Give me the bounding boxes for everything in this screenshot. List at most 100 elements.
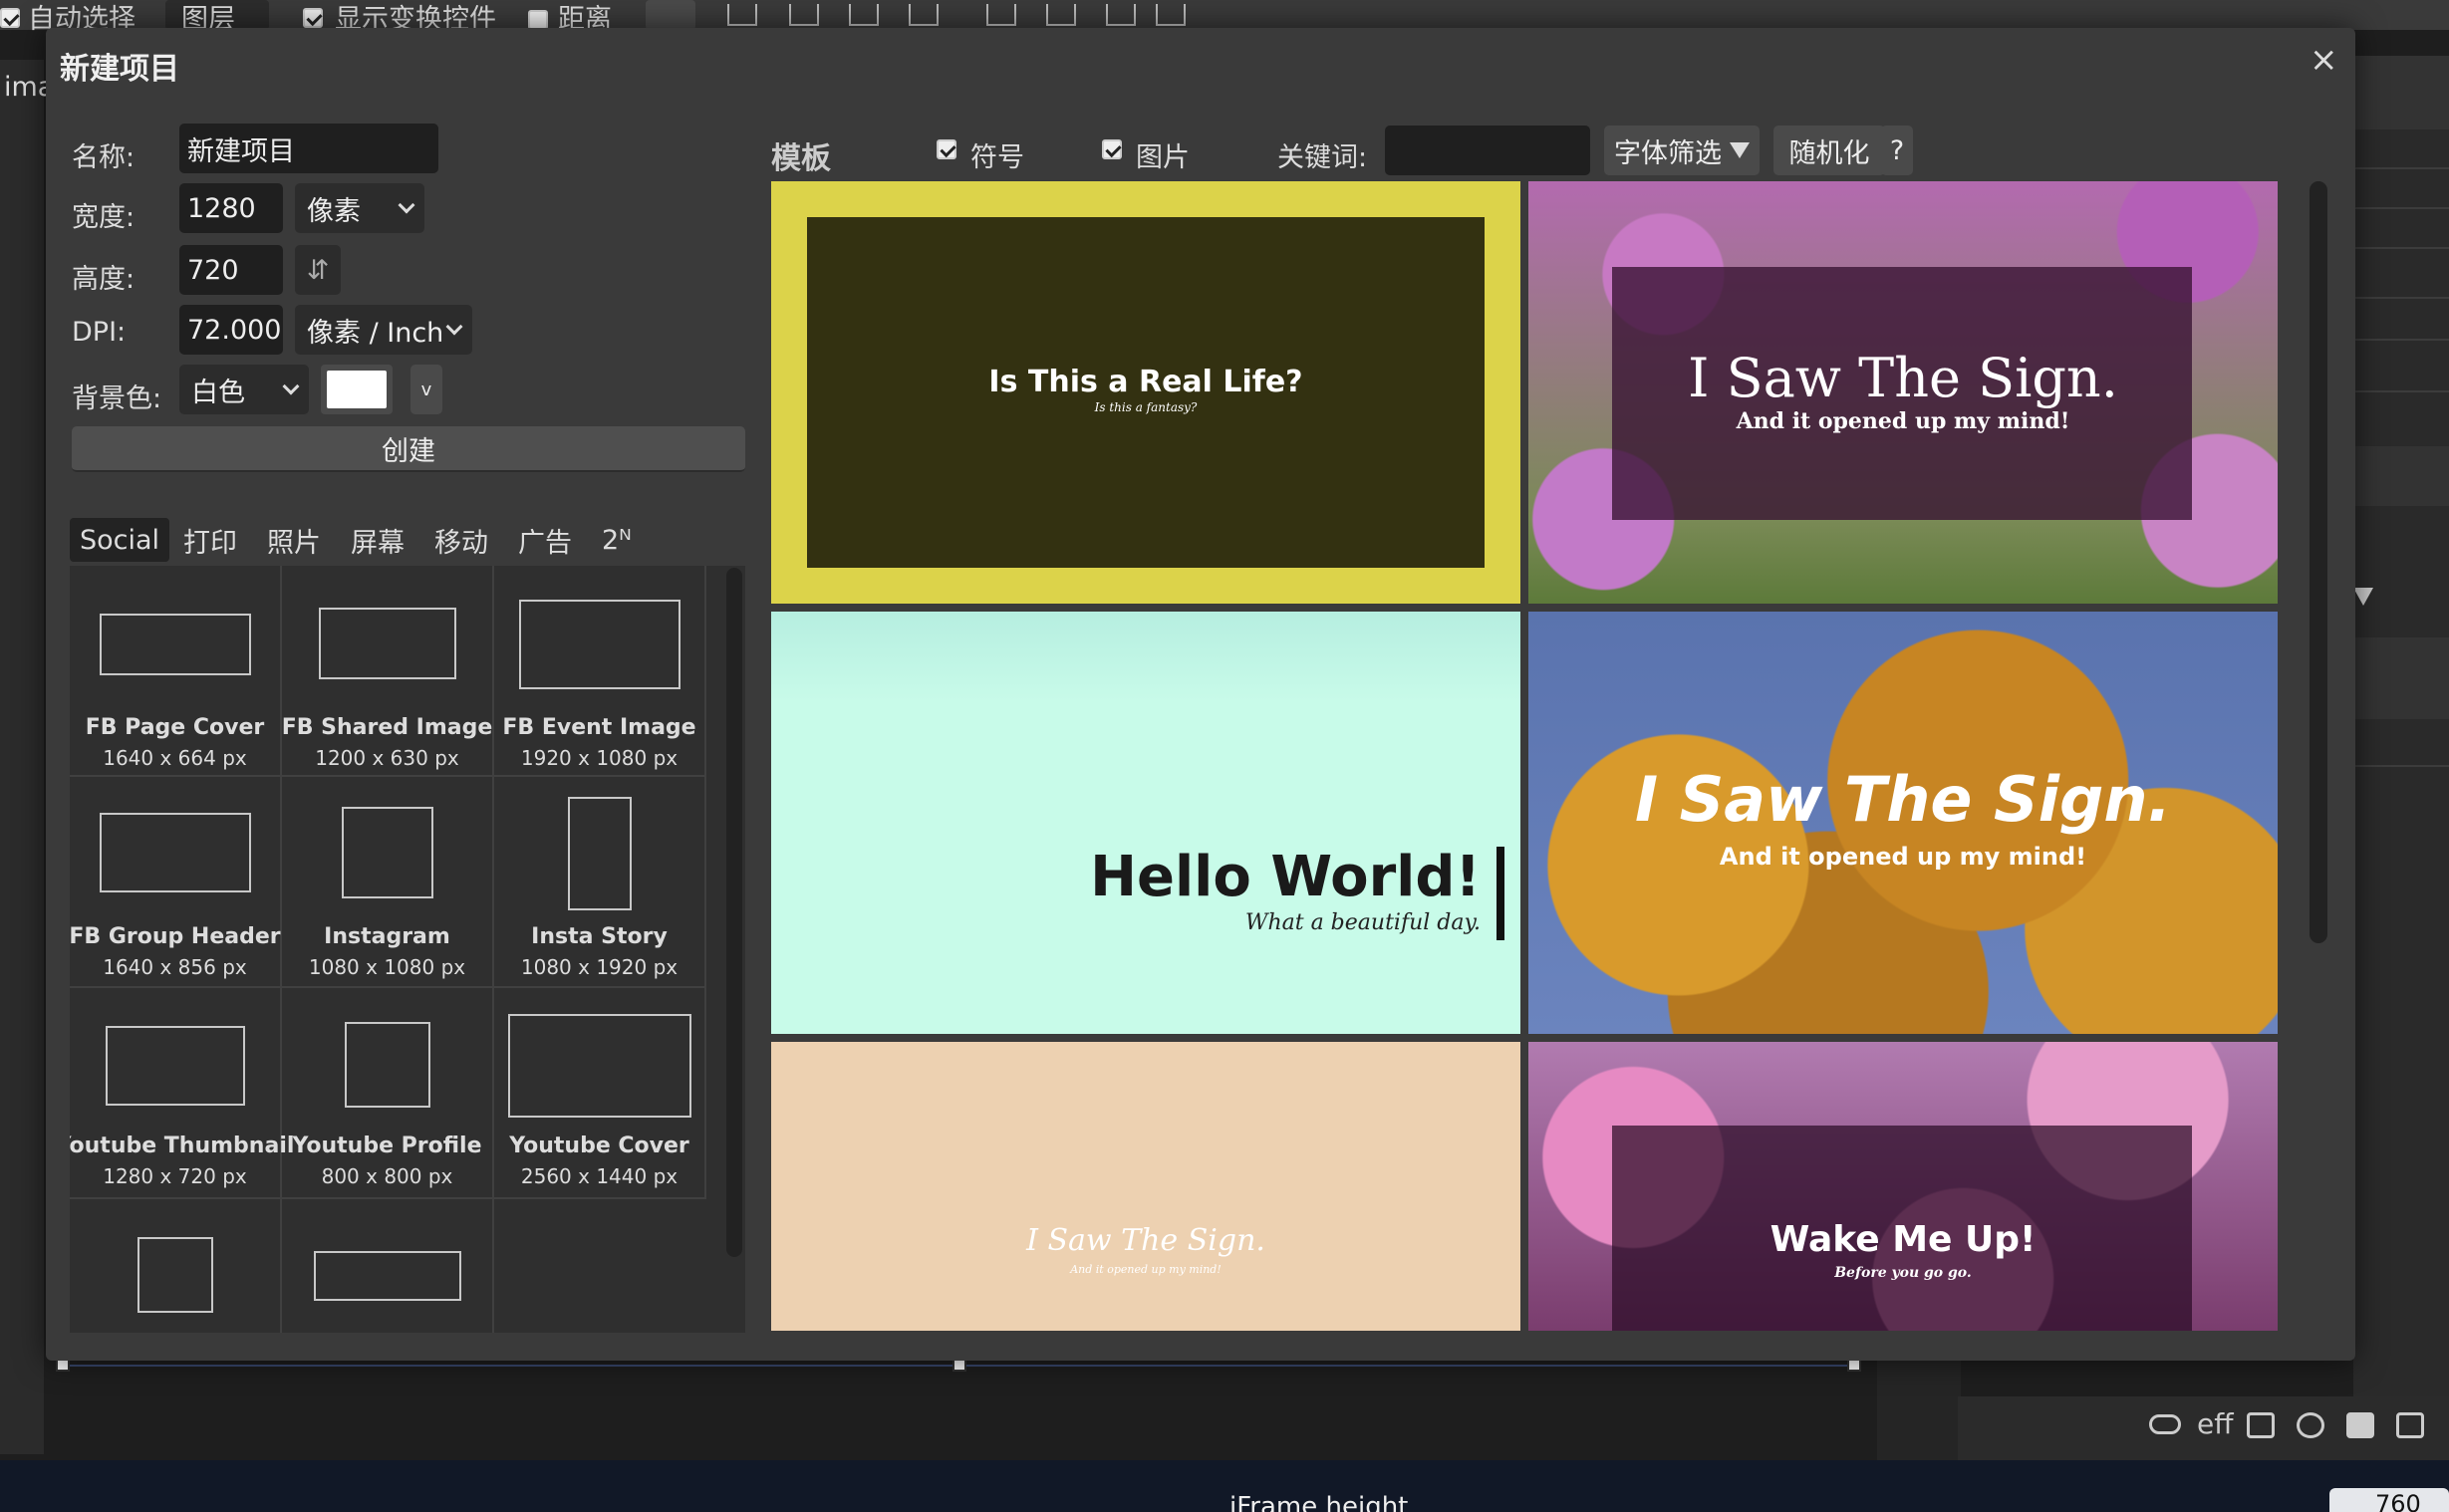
template-card[interactable]: I Saw The Sign. And it opened up my mind… [1528,612,2278,1034]
width-label: 宽度: [72,202,136,233]
keyword-label: 关键词: [1277,142,1368,173]
mask-icon[interactable] [2247,1412,2275,1438]
preset-youtube-cover[interactable]: Youtube Cover 2560 x 1440 px [494,988,706,1199]
right-panel-header [2353,56,2449,129]
preset-shape [341,807,433,898]
dpi-field[interactable]: 72.000 [179,305,283,355]
preset-fb-page-cover[interactable]: FB Page Cover 1640 x 664 px [70,566,282,777]
distance-checkbox[interactable] [528,10,548,30]
preset-instagram[interactable]: Instagram 1080 x 1080 px [282,777,494,988]
preset-fb-group-header[interactable]: FB Group Header 1640 x 856 px [70,777,282,988]
preset-name: Youtube Thumbnail [70,1134,295,1158]
preset-name: Youtube Cover [509,1134,689,1158]
template-title: Is This a Real Life? [988,365,1303,399]
bg-select[interactable]: 白色 [179,365,309,414]
preset-insta-story[interactable]: Insta Story 1080 x 1920 px [494,777,706,988]
dpi-unit-select[interactable]: 像素 / Inch [295,305,472,355]
preset-unnamed[interactable] [282,1199,494,1333]
template-card[interactable]: Hello World! What a beautiful day. [771,612,1520,1034]
height-label: 高度: [72,264,136,295]
tab-ads[interactable]: 广告 [508,518,582,562]
preset-size: 2560 x 1440 px [520,1164,679,1188]
canvas-area [58,1361,1877,1460]
template-subtitle: What a beautiful day. [1244,910,1481,935]
template-title: I Saw The Sign. [1634,763,2172,836]
template-card[interactable]: I Saw The Sign. And it opened up my mind… [1528,181,2278,604]
align-left-icon[interactable] [727,4,757,26]
auto-select-checkbox[interactable] [0,8,20,28]
chevron-down-icon [445,318,463,336]
align-center-icon[interactable] [789,4,819,26]
bg-color-fill [327,371,387,408]
template-card[interactable]: I Saw The Sign. And it opened up my mind… [771,1042,1520,1331]
layer-actions-bar: eff [1958,1396,2449,1460]
symbols-label: 符号 [970,142,1024,173]
preset-fb-event-image[interactable]: FB Event Image 1920 x 1080 px [494,566,706,777]
keyword-input[interactable] [1385,126,1590,175]
tab-photo[interactable]: 照片 [257,518,331,562]
folder-icon[interactable] [2346,1412,2374,1438]
bottom-status-bar: iFrame height 760 [0,1460,2449,1512]
download-icon[interactable] [646,0,695,30]
height-field[interactable]: 720 [179,245,283,295]
preset-unnamed[interactable] [70,1199,282,1333]
tab-mobile[interactable]: 移动 [424,518,498,562]
show-transform-checkbox[interactable] [303,8,323,28]
help-button[interactable]: ? [1881,126,1913,175]
distribute-v-icon[interactable] [1156,4,1186,26]
preset-name: FB Page Cover [85,715,265,740]
template-subtitle: Before you go go. [1834,1265,1972,1281]
randomize-label: 随机化 [1788,137,1870,169]
preset-youtube-profile[interactable]: Youtube Profile 800 x 800 px [282,988,494,1199]
dpi-value: 72.000 [187,314,282,346]
align-top-icon[interactable] [986,4,1016,26]
preset-shape [518,600,680,689]
panel-divider [2353,297,2449,299]
preset-name: Youtube Profile [292,1134,482,1158]
distribute-icon[interactable] [909,4,939,26]
bg-color-dropdown[interactable]: v [410,365,442,414]
help-icon: ? [1889,134,1905,166]
align-middle-icon[interactable] [1046,4,1076,26]
preset-empty [494,1199,706,1333]
preset-name: Instagram [324,924,450,949]
template-card[interactable]: Wake Me Up! Before you go go. [1528,1042,2278,1331]
adjustment-icon[interactable] [2297,1412,2324,1438]
randomize-button[interactable]: 随机化 [1773,126,1885,175]
width-field[interactable]: 1280 [179,183,283,233]
template-bar [1497,847,1504,940]
images-label: 图片 [1136,142,1190,173]
dpi-label: DPI: [72,317,127,348]
link-icon[interactable] [2149,1414,2181,1434]
create-button[interactable]: 创建 [72,426,745,472]
new-layer-icon[interactable] [2396,1412,2424,1438]
width-unit-select[interactable]: 像素 [295,183,424,233]
bg-color-swatch[interactable] [321,365,393,414]
dialog-title: 新建项目 [60,52,179,87]
images-checkbox[interactable] [1102,139,1122,159]
tab-print[interactable]: 打印 [173,518,247,562]
align-bottom-icon[interactable] [1106,4,1136,26]
align-right-icon[interactable] [849,4,879,26]
preset-youtube-thumbnail[interactable]: Youtube Thumbnail 1280 x 720 px [70,988,294,1199]
swap-dimensions-button[interactable]: ⇵ [295,245,341,295]
template-card[interactable]: Is This a Real Life? Is this a fantasy? [771,181,1520,604]
tab-screen[interactable]: 屏幕 [341,518,414,562]
name-field[interactable]: 新建项目 [179,124,438,173]
preset-size: 1200 x 630 px [315,746,459,770]
tab-social[interactable]: Social [70,518,170,562]
close-icon[interactable]: × [2310,40,2338,80]
name-label: 名称: [72,142,136,173]
preset-shape [105,1026,245,1106]
symbols-checkbox[interactable] [937,139,956,159]
tab-power-of-two[interactable]: 2ᴺ [592,518,642,562]
preset-size: 1920 x 1080 px [520,746,679,770]
preset-fb-shared-image[interactable]: FB Shared Image 1200 x 630 px [282,566,494,777]
templates-heading: 模板 [771,141,831,176]
triangle-down-icon[interactable] [2353,588,2373,606]
preset-scrollbar[interactable] [726,568,742,1257]
template-scrollbar[interactable] [2310,181,2327,943]
font-filter-button[interactable]: 字体筛选 [1604,126,1760,175]
effects-icon[interactable]: eff [2197,1410,2234,1438]
chevron-down-icon [282,378,300,395]
